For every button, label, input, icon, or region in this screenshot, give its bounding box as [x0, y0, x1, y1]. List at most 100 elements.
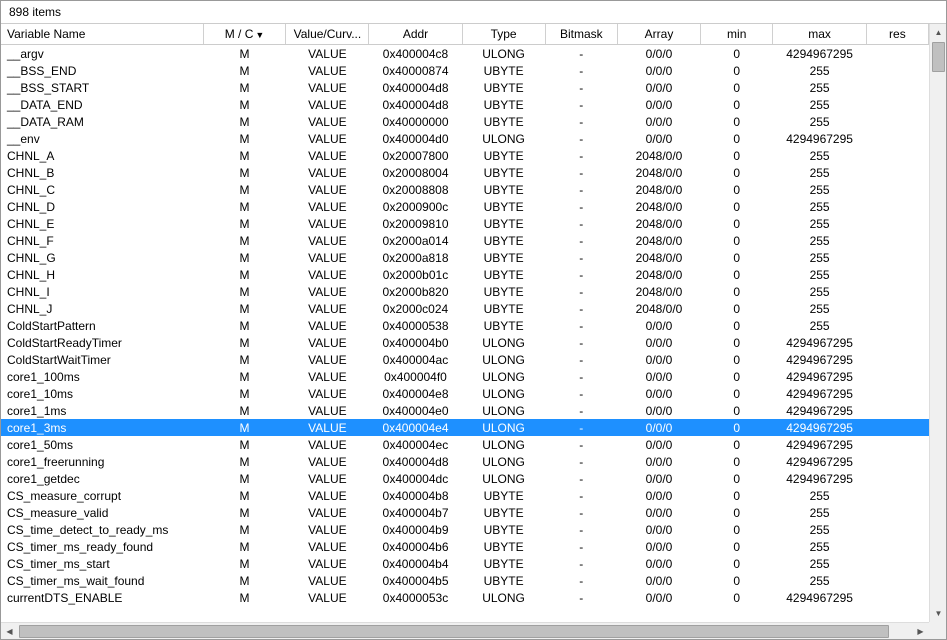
col-header-name[interactable]: Variable Name	[1, 24, 203, 45]
header-row: Variable Name M / C▼ Value/Curv... Addr …	[1, 24, 929, 45]
cell-min: 0	[700, 555, 773, 572]
table-row[interactable]: CHNL_EMVALUE0x20009810UBYTE-2048/0/00255	[1, 215, 929, 232]
cell-mc: M	[203, 351, 286, 368]
table-row[interactable]: __argvMVALUE0x400004c8ULONG-0/0/00429496…	[1, 45, 929, 63]
cell-addr: 0x40000538	[369, 317, 462, 334]
table-row[interactable]: CS_time_detect_to_ready_msMVALUE0x400004…	[1, 521, 929, 538]
table-row[interactable]: __DATA_RAMMVALUE0x40000000UBYTE-0/0/0025…	[1, 113, 929, 130]
cell-res	[866, 487, 928, 504]
cell-mc: M	[203, 419, 286, 436]
cell-type: UBYTE	[462, 266, 545, 283]
cell-mc: M	[203, 368, 286, 385]
col-header-max[interactable]: max	[773, 24, 866, 45]
scroll-up-icon[interactable]: ▲	[930, 24, 946, 41]
cell-addr: 0x2000b01c	[369, 266, 462, 283]
table-row[interactable]: CHNL_AMVALUE0x20007800UBYTE-2048/0/00255	[1, 147, 929, 164]
col-header-name-label: Variable Name	[7, 27, 85, 41]
cell-addr: 0x20007800	[369, 147, 462, 164]
table-row[interactable]: core1_3msMVALUE0x400004e4ULONG-0/0/00429…	[1, 419, 929, 436]
cell-bit: -	[545, 130, 618, 147]
table-row[interactable]: core1_100msMVALUE0x400004f0ULONG-0/0/004…	[1, 368, 929, 385]
cell-addr: 0x400004b0	[369, 334, 462, 351]
table-row[interactable]: CS_timer_ms_wait_foundMVALUE0x400004b5UB…	[1, 572, 929, 589]
cell-res	[866, 555, 928, 572]
table-row[interactable]: core1_getdecMVALUE0x400004dcULONG-0/0/00…	[1, 470, 929, 487]
table-row[interactable]: CHNL_DMVALUE0x2000900cUBYTE-2048/0/00255	[1, 198, 929, 215]
cell-addr: 0x400004ec	[369, 436, 462, 453]
table-row[interactable]: CHNL_FMVALUE0x2000a014UBYTE-2048/0/00255	[1, 232, 929, 249]
vscroll-thumb[interactable]	[932, 42, 945, 72]
cell-res	[866, 232, 928, 249]
cell-val: VALUE	[286, 351, 369, 368]
table-row[interactable]: __BSS_ENDMVALUE0x40000874UBYTE-0/0/00255	[1, 62, 929, 79]
horizontal-scrollbar[interactable]: ◀ ▶	[1, 622, 929, 639]
table-row[interactable]: CHNL_HMVALUE0x2000b01cUBYTE-2048/0/00255	[1, 266, 929, 283]
cell-type: UBYTE	[462, 317, 545, 334]
hscroll-thumb[interactable]	[19, 625, 889, 638]
cell-res	[866, 504, 928, 521]
vertical-scrollbar[interactable]: ▲ ▼	[929, 24, 946, 622]
cell-min: 0	[700, 334, 773, 351]
table-row[interactable]: __envMVALUE0x400004d0ULONG-0/0/004294967…	[1, 130, 929, 147]
col-header-addr[interactable]: Addr	[369, 24, 462, 45]
table-row[interactable]: core1_50msMVALUE0x400004ecULONG-0/0/0042…	[1, 436, 929, 453]
table-row[interactable]: CHNL_GMVALUE0x2000a818UBYTE-2048/0/00255	[1, 249, 929, 266]
cell-max: 255	[773, 504, 866, 521]
cell-res	[866, 572, 928, 589]
col-header-mc[interactable]: M / C▼	[203, 24, 286, 45]
cell-min: 0	[700, 164, 773, 181]
col-header-val[interactable]: Value/Curv...	[286, 24, 369, 45]
cell-val: VALUE	[286, 402, 369, 419]
table-row[interactable]: CS_timer_ms_startMVALUE0x400004b4UBYTE-0…	[1, 555, 929, 572]
table-row[interactable]: core1_1msMVALUE0x400004e0ULONG-0/0/00429…	[1, 402, 929, 419]
cell-type: UBYTE	[462, 538, 545, 555]
cell-min: 0	[700, 300, 773, 317]
col-header-type[interactable]: Type	[462, 24, 545, 45]
table-row[interactable]: CS_timer_ms_ready_foundMVALUE0x400004b6U…	[1, 538, 929, 555]
cell-bit: -	[545, 113, 618, 130]
col-header-res[interactable]: res	[866, 24, 928, 45]
table-row[interactable]: CHNL_JMVALUE0x2000c024UBYTE-2048/0/00255	[1, 300, 929, 317]
cell-max: 255	[773, 198, 866, 215]
cell-res	[866, 130, 928, 147]
cell-mc: M	[203, 470, 286, 487]
col-header-min[interactable]: min	[700, 24, 773, 45]
table-row[interactable]: __BSS_STARTMVALUE0x400004d8UBYTE-0/0/002…	[1, 79, 929, 96]
cell-max: 255	[773, 538, 866, 555]
table-row[interactable]: CHNL_BMVALUE0x20008004UBYTE-2048/0/00255	[1, 164, 929, 181]
table-row[interactable]: core1_10msMVALUE0x400004e8ULONG-0/0/0042…	[1, 385, 929, 402]
table-row[interactable]: CS_measure_corruptMVALUE0x400004b8UBYTE-…	[1, 487, 929, 504]
cell-res	[866, 436, 928, 453]
table-row[interactable]: __DATA_ENDMVALUE0x400004d8UBYTE-0/0/0025…	[1, 96, 929, 113]
cell-max: 4294967295	[773, 402, 866, 419]
cell-name: ColdStartPattern	[1, 317, 203, 334]
table-row[interactable]: currentDTS_ENABLEMVALUE0x4000053cULONG-0…	[1, 589, 929, 606]
scroll-left-icon[interactable]: ◀	[1, 623, 18, 640]
table-row[interactable]: CHNL_CMVALUE0x20008808UBYTE-2048/0/00255	[1, 181, 929, 198]
table-row[interactable]: CS_measure_validMVALUE0x400004b7UBYTE-0/…	[1, 504, 929, 521]
cell-bit: -	[545, 521, 618, 538]
cell-addr: 0x400004d8	[369, 79, 462, 96]
cell-res	[866, 215, 928, 232]
cell-mc: M	[203, 487, 286, 504]
scroll-down-icon[interactable]: ▼	[930, 605, 946, 622]
cell-name: CHNL_C	[1, 181, 203, 198]
cell-bit: -	[545, 589, 618, 606]
table-row[interactable]: ColdStartWaitTimerMVALUE0x400004acULONG-…	[1, 351, 929, 368]
cell-res	[866, 300, 928, 317]
table-row[interactable]: ColdStartPatternMVALUE0x40000538UBYTE-0/…	[1, 317, 929, 334]
cell-name: __BSS_END	[1, 62, 203, 79]
cell-bit: -	[545, 555, 618, 572]
table-row[interactable]: CHNL_IMVALUE0x2000b820UBYTE-2048/0/00255	[1, 283, 929, 300]
cell-min: 0	[700, 147, 773, 164]
table-row[interactable]: ColdStartReadyTimerMVALUE0x400004b0ULONG…	[1, 334, 929, 351]
col-header-bit[interactable]: Bitmask	[545, 24, 618, 45]
cell-res	[866, 283, 928, 300]
cell-val: VALUE	[286, 317, 369, 334]
scroll-right-icon[interactable]: ▶	[912, 623, 929, 640]
cell-bit: -	[545, 164, 618, 181]
cell-max: 4294967295	[773, 368, 866, 385]
table-row[interactable]: core1_freerunningMVALUE0x400004d8ULONG-0…	[1, 453, 929, 470]
col-header-type-label: Type	[491, 27, 517, 41]
col-header-arr[interactable]: Array	[618, 24, 701, 45]
